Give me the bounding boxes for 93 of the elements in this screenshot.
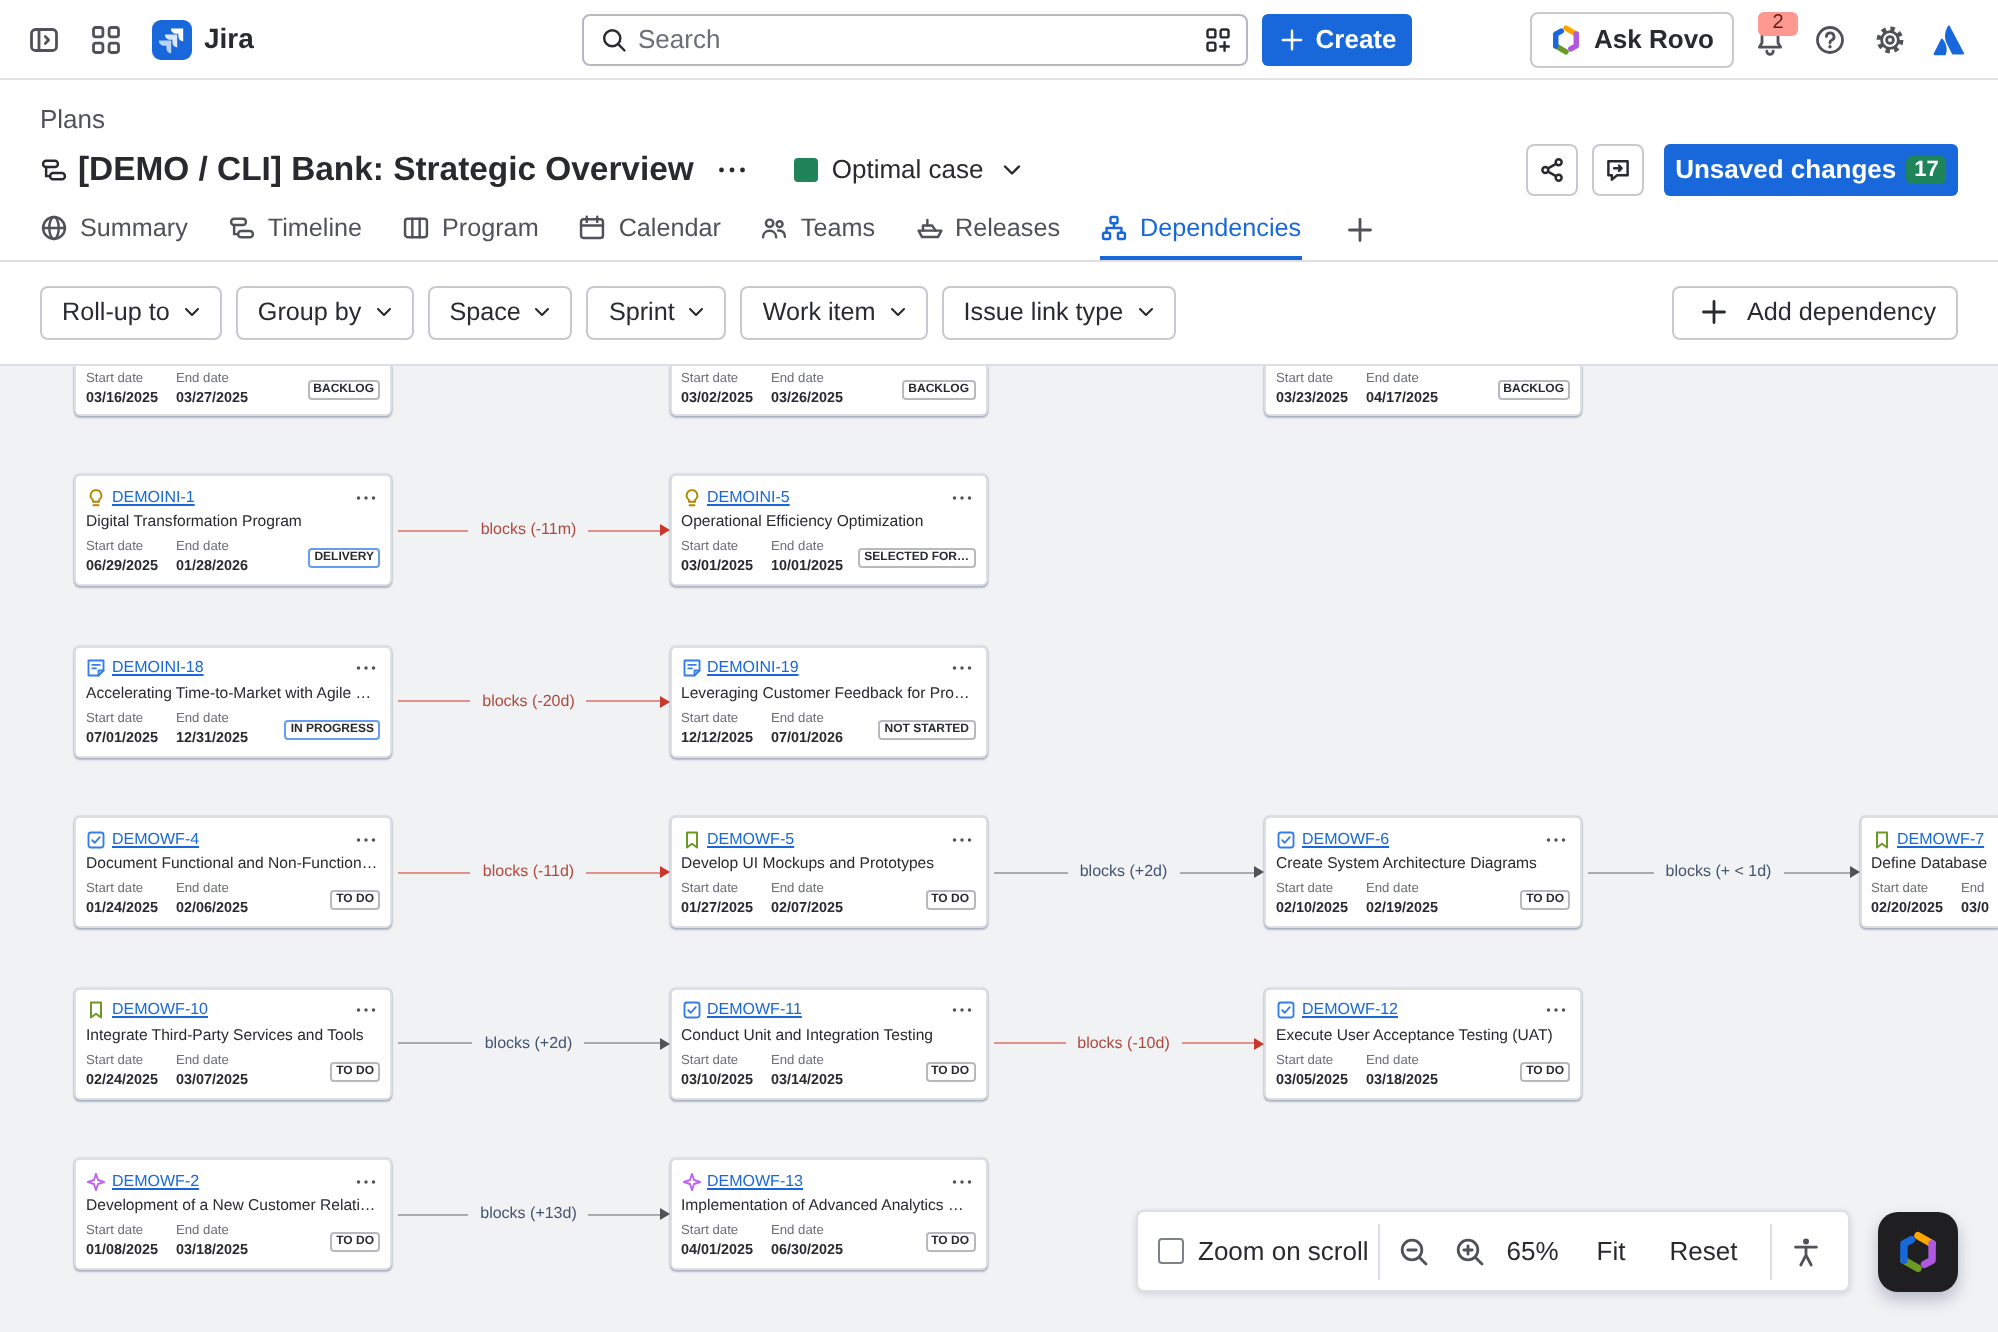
add-dependency-button[interactable]: Add dependency <box>1672 285 1958 339</box>
apps-grid-icon <box>90 23 122 55</box>
note-icon <box>681 658 701 678</box>
settings-icon <box>1874 23 1906 55</box>
tab[interactable]: Calendar <box>578 201 721 259</box>
dependency-label: blocks (+ < 1d) <box>1663 860 1774 884</box>
work-item-key-link[interactable]: DEMOWF-11 <box>707 998 802 1022</box>
bookmark-icon <box>681 829 701 849</box>
work-item-key-link[interactable]: DEMOINI-5 <box>707 485 790 509</box>
tab[interactable]: Releases <box>915 201 1061 259</box>
columns-icon <box>402 214 431 242</box>
note-icon <box>86 658 106 678</box>
tab[interactable]: Timeline <box>227 201 363 259</box>
filter-dropdown[interactable]: Issue link type <box>941 285 1176 339</box>
product-name[interactable]: Jira <box>204 18 254 60</box>
bookmark-icon <box>86 1000 106 1020</box>
bars-icon <box>40 156 68 184</box>
work-item-key-link[interactable]: DEMOINI-1 <box>112 485 195 509</box>
bookmark-icon <box>1871 829 1891 849</box>
feedback-button[interactable] <box>1592 144 1644 196</box>
work-item-key-link[interactable]: DEMOWF-6 <box>1302 827 1390 851</box>
breadcrumb-link[interactable]: Plans <box>40 104 106 136</box>
plan-title: [DEMO / CLI] Bank: Strategic Overview <box>78 148 694 192</box>
checked-square-icon <box>681 1000 701 1020</box>
filter-dropdown[interactable]: Work item <box>740 285 928 339</box>
scenario-dropdown[interactable]: Optimal case <box>785 144 1034 196</box>
filter-dropdown[interactable]: Sprint <box>586 285 727 339</box>
rovo-chat-button[interactable] <box>1878 1212 1958 1292</box>
share-button[interactable] <box>1526 144 1578 196</box>
reset-button[interactable]: Reset <box>1647 1223 1760 1279</box>
zoom-in-icon <box>1454 1235 1487 1267</box>
lightbulb-icon <box>86 487 106 507</box>
sidebar-icon <box>28 23 60 55</box>
search-icon <box>600 25 628 53</box>
people-icon <box>760 214 789 242</box>
plus-icon <box>1698 296 1731 328</box>
tab[interactable]: Dependencies <box>1100 201 1302 259</box>
sparkle-icon <box>86 1171 106 1191</box>
dependency-label: blocks (+13d) <box>478 1202 579 1226</box>
timeline-icon <box>227 214 256 242</box>
filter-dropdown[interactable]: Group by <box>235 285 414 339</box>
dependency-label: blocks (-11d) <box>480 860 577 884</box>
work-item-key-link[interactable]: DEMOINI-18 <box>112 656 204 680</box>
create-button[interactable]: Create <box>1262 13 1412 65</box>
tab[interactable]: Summary <box>40 201 188 259</box>
work-item-key-link[interactable]: DEMOWF-5 <box>707 827 795 851</box>
checked-square-icon <box>1276 829 1296 849</box>
dependency-label: blocks (-10d) <box>1075 1031 1172 1055</box>
feedback-icon <box>1604 156 1632 184</box>
dependency-label: blocks (+2d) <box>1077 860 1170 884</box>
hexagon-logo-icon <box>1550 23 1583 55</box>
boat-icon <box>915 214 944 242</box>
person-icon <box>1789 1235 1822 1267</box>
tab[interactable]: Program <box>402 201 539 259</box>
filter-dropdown[interactable]: Roll-up to <box>40 285 222 339</box>
fit-button[interactable]: Fit <box>1574 1223 1648 1279</box>
dependency-label: blocks (-11m) <box>478 518 579 542</box>
calendar-icon <box>578 214 607 242</box>
plus-icon <box>1343 214 1376 246</box>
share-icon <box>1538 156 1566 184</box>
work-item-key-link[interactable]: DEMOWF-2 <box>112 1169 200 1193</box>
app-logo-icon <box>152 19 192 59</box>
work-item-key-link[interactable]: DEMOWF-13 <box>707 1169 803 1193</box>
triangle-logo-icon <box>1932 21 1968 57</box>
zoom-level-text: 65% <box>1506 1233 1559 1270</box>
unsaved-changes-button[interactable]: Unsaved changes 17 <box>1664 144 1958 196</box>
search-field[interactable]: Search <box>582 13 1248 65</box>
sparkle-icon <box>681 1171 701 1191</box>
ask-rovo-button[interactable]: Ask Rovo <box>1530 11 1734 67</box>
work-item-key-link[interactable]: DEMOWF-10 <box>112 998 208 1022</box>
globe-icon <box>40 214 68 242</box>
lightbulb-icon <box>681 487 701 507</box>
work-item-key-link[interactable]: DEMOWF-12 <box>1302 998 1398 1022</box>
help-icon <box>1814 23 1846 55</box>
dependency-label: blocks (-20d) <box>480 689 577 713</box>
hierarchy-icon <box>1100 214 1129 242</box>
count-badge: 17 <box>1906 156 1947 184</box>
tab[interactable]: Teams <box>760 201 876 259</box>
grid-plus-icon <box>1204 25 1232 53</box>
notifications-button[interactable]: 2 <box>1742 11 1798 67</box>
hexagon-logo-icon <box>1896 1230 1940 1274</box>
dependency-label: blocks (+2d) <box>482 1031 575 1055</box>
checked-square-icon <box>86 829 106 849</box>
zoom-out-icon <box>1398 1235 1431 1267</box>
checked-square-icon <box>1276 1000 1296 1020</box>
work-item-key-link[interactable]: DEMOWF-4 <box>112 827 200 851</box>
notification-badge: 2 <box>1758 11 1798 35</box>
plus-icon <box>1277 25 1306 53</box>
filter-dropdown[interactable]: Space <box>427 285 573 339</box>
work-item-key-link[interactable]: DEMOWF-7 <box>1897 827 1985 851</box>
work-item-key-link[interactable]: DEMOINI-19 <box>707 656 799 680</box>
checkbox-label[interactable]: Zoom on scroll <box>1198 1231 1369 1271</box>
checkbox[interactable] <box>1158 1238 1184 1264</box>
